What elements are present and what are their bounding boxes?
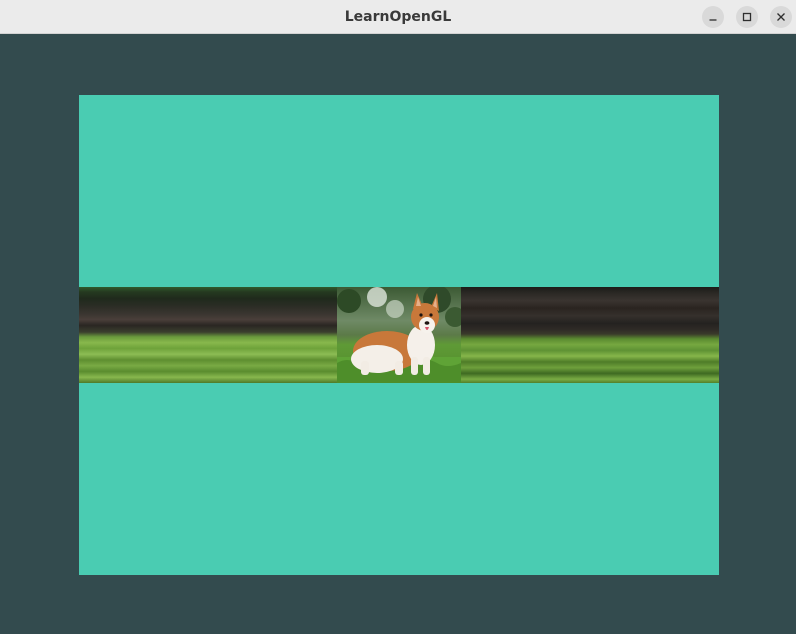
clamped-texture-edge-right [461, 287, 719, 383]
app-window: LearnOpenGL [0, 0, 796, 634]
corgi-image [337, 287, 461, 383]
maximize-icon [742, 12, 752, 22]
window-title: LearnOpenGL [344, 9, 452, 25]
minimize-icon [709, 19, 717, 21]
textured-quad [79, 95, 719, 575]
maximize-button[interactable] [736, 6, 758, 28]
title-bar[interactable]: LearnOpenGL [0, 0, 796, 34]
close-button[interactable] [770, 6, 792, 28]
texture-strip [79, 287, 719, 383]
close-icon [777, 13, 785, 21]
corgi-dog-photo [337, 287, 461, 383]
opengl-viewport[interactable] [0, 35, 796, 634]
minimize-button[interactable] [702, 6, 724, 28]
clamped-texture-edge-left [79, 287, 337, 383]
